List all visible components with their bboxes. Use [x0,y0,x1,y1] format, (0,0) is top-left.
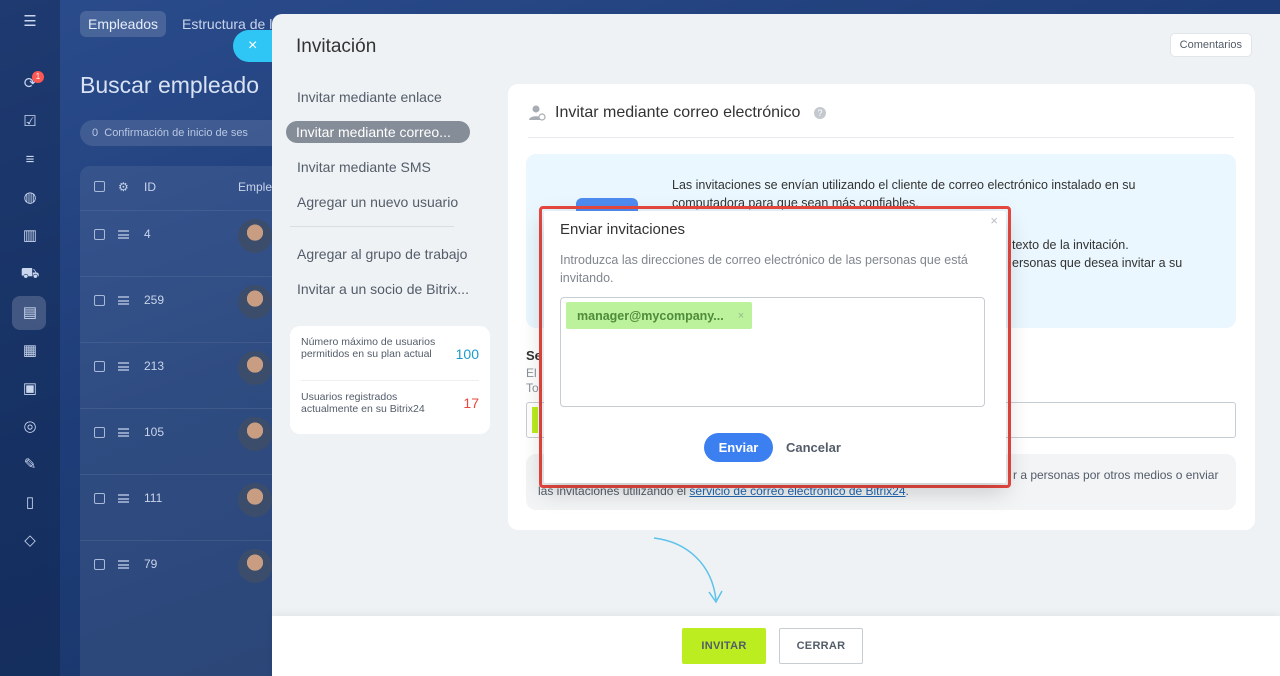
row-checkbox[interactable] [94,427,105,438]
row-menu-icon[interactable] [118,428,129,437]
filter-icon[interactable]: ≡ [20,150,40,170]
row-checkbox[interactable] [94,361,105,372]
row-checkbox[interactable] [94,493,105,504]
menu-item-new-user[interactable]: Agregar un nuevo usuario [286,189,486,224]
row-checkbox[interactable] [94,295,105,306]
menu-item-workgroup[interactable]: Agregar al grupo de trabajo [286,241,486,276]
avatar [238,285,272,319]
row-checkbox[interactable] [94,559,105,570]
avatar [238,549,272,583]
pen-icon[interactable]: ✎ [20,455,40,475]
robot-icon[interactable]: ◍ [20,188,40,208]
filter-label: Confirmación de inicio de ses [104,127,248,139]
close-icon: × [248,37,258,54]
filter-chip[interactable]: 0 Confirmación de inicio de ses [80,120,290,146]
stat-max-users-value: 100 [455,346,479,362]
table-row[interactable]: 213 [80,342,290,408]
chip-remove-icon[interactable]: × [738,310,744,322]
send-invitations-popup: × Enviar invitaciones Introduzca las dir… [544,211,1006,483]
card-title: Invitar mediante correo electrónico [555,104,801,121]
menu-icon[interactable]: ☰ [20,12,40,32]
menu-item-partner[interactable]: Invitar a un socio de Bitrix... [286,276,486,311]
box-icon[interactable]: ◇ [20,531,40,551]
avatar [238,483,272,517]
comments-button[interactable]: Comentarios [1169,33,1252,57]
table-row[interactable]: 105 [80,408,290,474]
stat-registered-value: 17 [463,395,479,411]
left-rail: ☰ ⟳ 1 ☑ ≡ ◍ ▥ ⛟ ▤ ▦ ▣ ◎ ✎ ▯ ◇ [0,0,60,676]
section-subtext: To [526,381,539,395]
row-menu-icon[interactable] [118,560,129,569]
popup-close-icon[interactable]: × [990,213,998,228]
stat-max-users: Número máximo de usuarios permitidos en … [301,326,479,380]
table-row[interactable]: 259 [80,276,290,342]
row-id: 259 [144,293,165,307]
calendar-icon[interactable]: ▦ [20,341,40,361]
slider-close-button[interactable]: × [233,30,277,62]
stat-registered: Usuarios registrados actualmente en su B… [301,380,479,426]
notification-badge: 1 [32,71,44,83]
invite-button[interactable]: INVITAR [682,628,766,664]
filter-count: 0 [92,127,99,139]
note-text: r a personas por otros medios o enviar [1013,468,1219,482]
menu-divider [290,226,454,227]
cancel-button[interactable]: Cancelar [786,433,841,462]
column-id[interactable]: ID [144,180,156,194]
target-icon[interactable]: ◎ [20,417,40,437]
email-chip[interactable]: manager@mycompany... × [566,302,753,329]
row-id: 213 [144,359,165,373]
send-button[interactable]: Enviar [704,433,773,462]
tab-employees[interactable]: Empleados [80,11,167,37]
menu-item-email[interactable]: Invitar mediante correo... [286,121,470,143]
row-menu-icon[interactable] [118,230,129,239]
row-checkbox[interactable] [94,229,105,240]
avatar [238,351,272,385]
gear-icon[interactable]: ⚙ [118,180,129,194]
row-menu-icon[interactable] [118,494,129,503]
employee-table: ⚙ ID Emple 4 259 213 105 111 79 [80,166,290,676]
table-row[interactable]: 4 [80,210,290,276]
table-row[interactable]: 79 [80,540,290,606]
slider-title: Invitación [296,36,377,57]
menu-item-link[interactable]: Invitar mediante enlace [286,84,486,119]
email-input[interactable]: manager@mycompany... × [560,297,985,407]
row-id: 105 [144,425,165,439]
column-employee[interactable]: Emple [238,180,272,194]
table-row[interactable]: 111 [80,474,290,540]
user-stats: Número máximo de usuarios permitidos en … [290,326,490,434]
menu-item-sms[interactable]: Invitar mediante SMS [286,154,486,189]
invite-menu: Invitar mediante enlace Invitar mediante… [286,84,486,311]
popup-description: Introduzca las direcciones de correo ele… [560,253,968,285]
user-icon [529,105,546,121]
info-line: texto de la invitación. [1012,238,1129,252]
archive-icon[interactable]: ▣ [20,379,40,399]
document-icon[interactable]: ▯ [20,493,40,513]
card-header: Invitar mediante correo electrónico ? [528,104,1234,138]
close-button[interactable]: CERRAR [779,628,863,664]
stat-registered-label: Usuarios registrados actualmente en su B… [301,391,425,415]
chart-icon[interactable]: ▥ [20,226,40,246]
row-menu-icon[interactable] [118,296,129,305]
info-line: ersonas que desea invitar a su [1012,256,1183,270]
arrow-icon [653,537,723,604]
row-id: 79 [144,557,158,571]
avatar [238,417,272,451]
section-subtext: El [526,366,537,380]
row-id: 4 [144,227,151,241]
row-id: 111 [144,491,163,505]
help-icon[interactable]: ? [814,107,826,119]
cart-icon[interactable]: ⛟ [20,264,40,284]
popup-title: Enviar invitaciones [560,221,686,238]
info-line: Las invitaciones se envían utilizando el… [672,178,1136,192]
email-chip-label: manager@mycompany... [577,308,724,323]
select-all-checkbox[interactable] [94,181,105,192]
avatar [238,219,272,253]
stat-max-users-label: Número máximo de usuarios permitidos en … [301,336,436,360]
contact-card-icon[interactable]: ▤ [20,303,40,323]
slider-footer: INVITAR CERRAR [272,616,1280,676]
tasks-icon[interactable]: ☑ [20,112,40,132]
row-menu-icon[interactable] [118,362,129,371]
page-title: Buscar empleado [80,72,259,98]
